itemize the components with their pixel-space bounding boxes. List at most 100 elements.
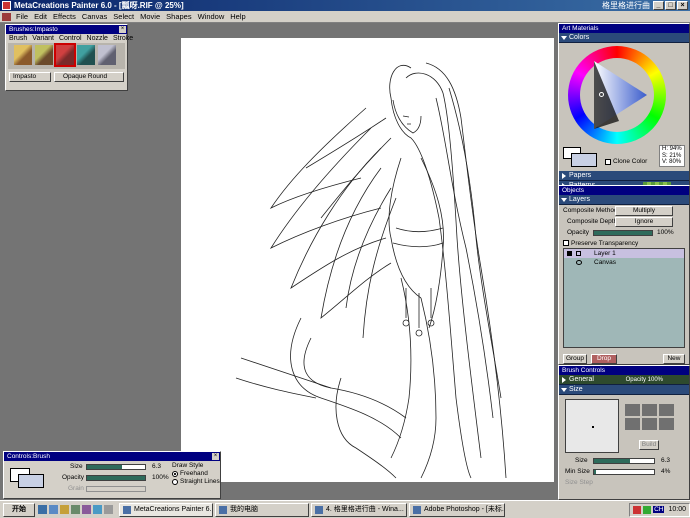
secondary-color-swatch[interactable] bbox=[18, 474, 44, 488]
layer-row-canvas[interactable]: Canvas bbox=[564, 258, 684, 267]
app-icon[interactable] bbox=[82, 505, 91, 514]
brush-shape-6[interactable] bbox=[659, 418, 674, 430]
brush-shape-5[interactable] bbox=[642, 418, 657, 430]
freehand-option[interactable]: Freehand bbox=[172, 470, 220, 478]
media-icon[interactable] bbox=[71, 505, 80, 514]
secondary-color-swatch[interactable] bbox=[571, 153, 597, 167]
window-title-bar: MetaCreations Painter 6.0 - [瓢呀.RIF @ 25… bbox=[0, 0, 690, 11]
color-picker[interactable] bbox=[559, 43, 689, 147]
ie-icon[interactable] bbox=[49, 505, 58, 514]
build-button[interactable]: Build bbox=[639, 440, 659, 450]
brush-shape-1[interactable] bbox=[625, 404, 640, 416]
cb-size-slider[interactable] bbox=[86, 464, 146, 470]
tray-icon[interactable] bbox=[633, 505, 642, 514]
size-section-header[interactable]: Size bbox=[559, 385, 689, 395]
menu-canvas[interactable]: Canvas bbox=[79, 12, 110, 21]
clock: 10:00 bbox=[668, 506, 686, 513]
composite-method-row: Composite Method Multiply bbox=[559, 205, 689, 216]
straight-lines-label: Straight Lines bbox=[180, 478, 220, 485]
system-tray: CH 10:00 bbox=[629, 502, 690, 517]
layers-section-header[interactable]: Layers bbox=[559, 195, 689, 205]
objects-panel: Objects Layers Composite Method Multiply… bbox=[558, 185, 690, 365]
close-icon[interactable]: × bbox=[212, 453, 219, 460]
layer-opacity-slider[interactable] bbox=[593, 230, 653, 236]
menu-select[interactable]: Select bbox=[110, 12, 137, 21]
general-section-header[interactable]: General Opacity 100% bbox=[559, 375, 689, 385]
drawing-canvas[interactable] bbox=[181, 38, 554, 482]
brush-shape-3[interactable] bbox=[659, 404, 674, 416]
draw-style-label: Draw Style bbox=[172, 462, 204, 469]
brush-shape-2[interactable] bbox=[642, 404, 657, 416]
composite-depth-row: Composite Depth Ignore bbox=[559, 216, 689, 227]
task-my-computer[interactable]: 我的电脑 bbox=[215, 502, 309, 517]
layer-row-layer-1[interactable]: Layer 1 bbox=[564, 249, 684, 258]
preserve-transparency-label: Preserve Transparency bbox=[571, 240, 639, 247]
straight-lines-radio[interactable] bbox=[172, 479, 178, 485]
controls-brush-title-text: Controls:Brush bbox=[7, 453, 50, 460]
document-icon[interactable] bbox=[2, 12, 11, 21]
close-button[interactable]: × bbox=[677, 1, 688, 10]
desktop-icon[interactable] bbox=[38, 505, 47, 514]
minimize-button[interactable]: _ bbox=[653, 1, 664, 10]
art-materials-title: Art Materials bbox=[559, 24, 689, 33]
ime-indicator[interactable]: CH bbox=[653, 506, 665, 513]
close-icon[interactable]: × bbox=[119, 26, 126, 33]
task-winamp[interactable]: 4. 格里格进行曲 - Wina... bbox=[311, 502, 407, 517]
general-opacity-readout: Opacity 100% bbox=[625, 377, 663, 383]
papers-section-header[interactable]: Papers bbox=[559, 171, 689, 181]
composite-depth-select[interactable]: Ignore bbox=[615, 217, 673, 227]
min-size-value: 4% bbox=[661, 468, 671, 475]
menu-movie[interactable]: Movie bbox=[137, 12, 163, 21]
brush-shape-4[interactable] bbox=[625, 418, 640, 430]
menu-file[interactable]: File bbox=[13, 12, 31, 21]
drop-button[interactable]: Drop bbox=[591, 354, 617, 364]
brush-variant-select[interactable]: Opaque Round bbox=[54, 72, 124, 82]
freehand-label: Freehand bbox=[180, 470, 208, 477]
tab-control[interactable]: Control bbox=[59, 35, 82, 42]
eye-icon[interactable] bbox=[576, 260, 582, 265]
menu-shapes[interactable]: Shapes bbox=[163, 12, 194, 21]
menu-effects[interactable]: Effects bbox=[50, 12, 79, 21]
liquid-brush-icon[interactable] bbox=[77, 45, 95, 65]
menu-help[interactable]: Help bbox=[227, 12, 248, 21]
tab-nozzle[interactable]: Nozzle bbox=[87, 35, 108, 42]
size-slider[interactable] bbox=[593, 458, 655, 464]
brushes-panel-title-text: Brushes:Impasto bbox=[9, 26, 58, 33]
straight-lines-option[interactable]: Straight Lines bbox=[172, 478, 220, 486]
new-layer-button[interactable]: New bbox=[663, 354, 685, 364]
task-photoshop[interactable]: Adobe Photoshop - [未标... bbox=[409, 502, 505, 517]
eye-icon[interactable] bbox=[567, 251, 572, 256]
eraser-brush-icon[interactable] bbox=[98, 45, 116, 65]
tray-icon[interactable] bbox=[643, 505, 652, 514]
group-button[interactable]: Group bbox=[563, 354, 587, 364]
other-icon[interactable] bbox=[104, 505, 113, 514]
composite-method-select[interactable]: Multiply bbox=[615, 206, 673, 216]
colors-section-header[interactable]: Colors bbox=[559, 33, 689, 43]
tab-variant[interactable]: Variant bbox=[32, 35, 54, 42]
folder-icon[interactable] bbox=[60, 505, 69, 514]
pencil-brush-icon[interactable] bbox=[14, 45, 32, 65]
tab-stroke[interactable]: Stroke bbox=[113, 35, 133, 42]
cb-grain-slider[interactable] bbox=[86, 486, 146, 492]
min-size-slider[interactable] bbox=[593, 469, 655, 475]
help-icon[interactable] bbox=[93, 505, 102, 514]
start-button[interactable]: 开始 bbox=[3, 502, 35, 517]
freehand-radio[interactable] bbox=[172, 471, 178, 477]
maximize-button[interactable]: □ bbox=[665, 1, 676, 10]
taskbar: 开始 MetaCreations Painter 6.... 我的电脑 4. 格… bbox=[0, 500, 690, 518]
crayon-brush-icon[interactable] bbox=[35, 45, 53, 65]
task-painter[interactable]: MetaCreations Painter 6.... bbox=[119, 502, 213, 517]
brush-category-select[interactable]: Impasto bbox=[9, 72, 51, 82]
menu-window[interactable]: Window bbox=[195, 12, 228, 21]
brush-controls-title-text: Brush Controls bbox=[562, 367, 605, 374]
cb-opacity-slider[interactable] bbox=[86, 475, 146, 481]
size-step-label: Size Step bbox=[565, 479, 593, 486]
menu-edit[interactable]: Edit bbox=[31, 12, 50, 21]
clone-color-checkbox[interactable] bbox=[605, 159, 611, 165]
brush-dot bbox=[592, 426, 594, 428]
impasto-brush-icon[interactable] bbox=[54, 43, 76, 67]
saturation-triangle[interactable] bbox=[589, 61, 651, 131]
tab-brush[interactable]: Brush bbox=[9, 35, 27, 42]
preserve-transparency-checkbox[interactable] bbox=[563, 240, 569, 246]
lock-icon[interactable] bbox=[576, 251, 581, 256]
